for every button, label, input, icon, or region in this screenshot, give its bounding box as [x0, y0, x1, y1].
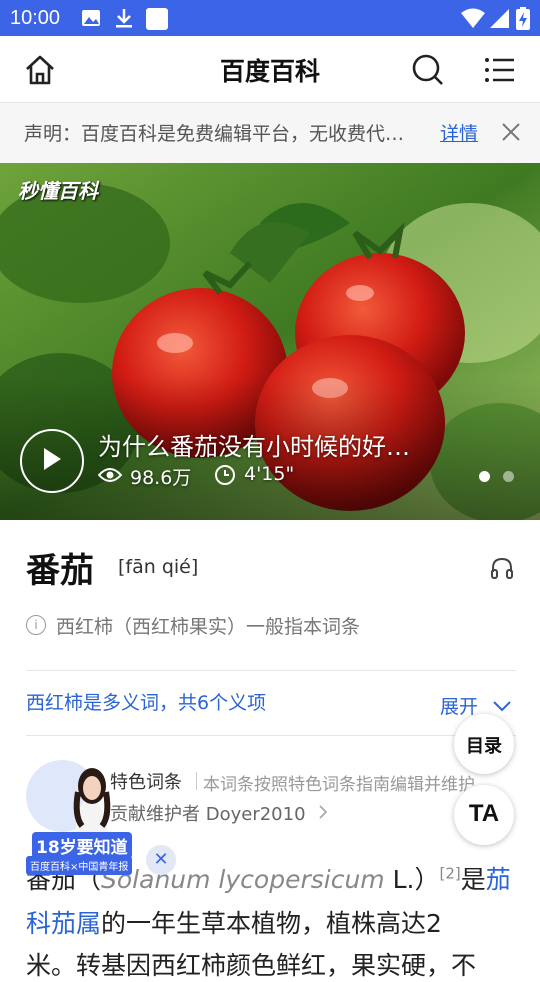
polysemy-link[interactable]: 西红柿是多义词，共6个义项 — [26, 688, 266, 715]
chevron-down-icon — [493, 701, 511, 712]
video-duration: 4'15" — [244, 463, 295, 485]
body-text-segment: L.） — [384, 865, 440, 894]
featured-entry-description: 本词条按照特色词条指南编辑并维护 — [203, 775, 475, 795]
body-line-3: 米。转基因西红柿颜色鲜红，果实硬，不 — [26, 951, 477, 980]
genus-link[interactable]: 茄 — [486, 865, 511, 894]
app-bar: 百度百科 — [0, 36, 540, 103]
play-button[interactable] — [20, 429, 84, 493]
status-time: 10:00 — [10, 7, 61, 29]
download-icon — [116, 9, 132, 28]
promo-widget[interactable]: 18岁要知道 百度百科×中国青年报 — [26, 760, 144, 876]
notification-square-icon — [146, 8, 168, 30]
promo-subtitle: 百度百科×中国青年报 — [26, 856, 133, 875]
entry-disambiguation-note: 西红柿（西红柿果实）一般指本词条 — [56, 616, 361, 638]
video-banner[interactable]: 秒懂百科 为什么番茄没有小时候的好… 98.6万 4'15" — [0, 163, 540, 520]
search-icon[interactable] — [410, 52, 446, 88]
genus-link[interactable]: 科茄属 — [26, 909, 101, 938]
headphones-icon[interactable] — [490, 556, 514, 580]
entry-pinyin: [fān qié] — [118, 556, 199, 578]
views-icon — [98, 468, 122, 482]
featured-separator — [196, 772, 197, 790]
expand-label: 展开 — [440, 696, 479, 718]
promo-badge: 18岁要知道 — [32, 832, 132, 859]
video-brand-logo: 秒懂百科 — [18, 179, 98, 203]
wifi-icon — [461, 8, 485, 28]
divider — [26, 670, 516, 671]
chevron-right-icon — [319, 805, 328, 819]
video-views: 98.6万 — [130, 467, 192, 489]
body-text-segment: 的一年生草本植物，植株高达2 — [101, 909, 442, 938]
entry-title: 番茄 — [26, 551, 94, 591]
body-line-2: 科茄属的一年生草本植物，植株高达2 — [26, 904, 442, 940]
promo-close-icon[interactable]: ✕ — [146, 845, 176, 875]
carousel-dot-1[interactable] — [479, 471, 490, 482]
divider — [26, 735, 516, 736]
video-title: 为什么番茄没有小时候的好… — [98, 433, 410, 461]
reference-marker[interactable]: [2] — [440, 865, 461, 883]
app-title: 百度百科 — [219, 57, 320, 86]
image-icon — [82, 10, 100, 26]
toc-button[interactable]: 目录 — [454, 714, 514, 774]
carousel-dot-2[interactable] — [503, 471, 514, 482]
info-icon: i — [26, 615, 46, 635]
ta-label: TA — [468, 800, 500, 827]
status-bar: 10:00 — [0, 0, 540, 36]
toc-label: 目录 — [466, 736, 502, 757]
signal-icon — [490, 9, 509, 28]
body-text-segment: 是 — [460, 865, 486, 894]
battery-icon — [516, 7, 530, 30]
close-icon[interactable] — [500, 121, 522, 143]
clock-icon — [215, 465, 235, 485]
disclaimer-banner: 声明：百度百科是免费编辑平台，无收费代… 详情 — [0, 103, 540, 163]
disclaimer-details-link[interactable]: 详情 — [440, 119, 478, 146]
presenter-avatar — [73, 768, 111, 836]
disclaimer-text: 声明：百度百科是免费编辑平台，无收费代… — [24, 123, 405, 145]
menu-icon[interactable] — [482, 52, 518, 88]
play-icon — [44, 448, 61, 470]
